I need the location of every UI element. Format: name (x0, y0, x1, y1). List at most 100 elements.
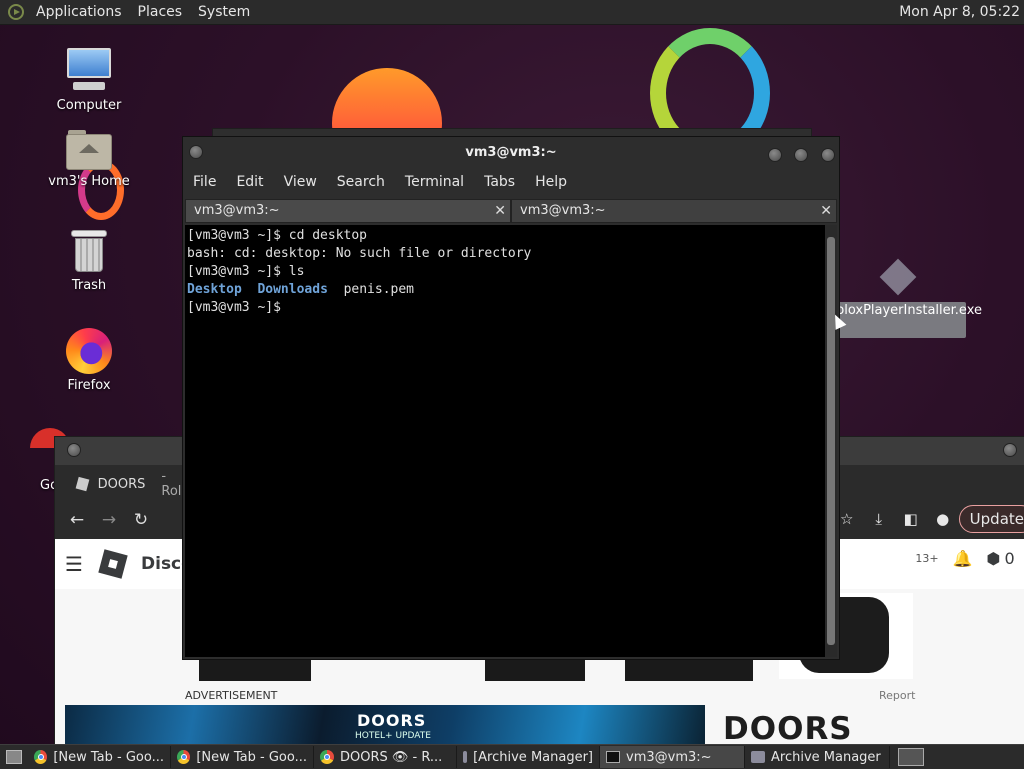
menu-system[interactable]: System (190, 4, 258, 20)
banner-subtitle: HOTEL+ UPDATE (355, 731, 431, 741)
terminal-titlebar[interactable]: vm3@vm3:~ (183, 137, 839, 169)
advertisement-label: ADVERTISEMENT (185, 689, 278, 702)
clock[interactable]: Mon Apr 8, 05:22 (899, 4, 1024, 20)
terminal-icon (606, 751, 620, 763)
desktop-icon-label: vm3's Home (48, 174, 130, 189)
banner-title: DOORS (357, 711, 427, 730)
browser-tab-title: DOORS (97, 476, 146, 492)
game-title: DOORS (723, 711, 853, 747)
menu-file[interactable]: File (183, 174, 226, 190)
sidepanel-icon[interactable]: ◧ (895, 510, 927, 528)
back-arrow-icon[interactable]: ← (61, 510, 93, 530)
window-menu-icon[interactable] (67, 443, 81, 457)
browser-tab-doors[interactable]: DOORS - Rol (65, 469, 187, 499)
notifications-bell-icon[interactable]: 🔔 (953, 549, 973, 568)
menu-edit[interactable]: Edit (226, 174, 273, 190)
home-folder-icon (66, 130, 112, 170)
window-menu-icon[interactable] (189, 145, 203, 159)
menu-terminal[interactable]: Terminal (395, 174, 474, 190)
show-desktop-icon[interactable] (6, 750, 22, 764)
terminal-tab-1[interactable]: vm3@vm3:~ ✕ (185, 199, 511, 223)
profile-avatar-icon[interactable]: ● (927, 510, 959, 528)
terminal-line: Desktop Downloads penis.pem (187, 281, 825, 299)
menu-places[interactable]: Places (130, 4, 191, 20)
terminal-tab-label: vm3@vm3:~ (520, 203, 606, 218)
terminal-tab-label: vm3@vm3:~ (194, 203, 280, 218)
taskbar-item[interactable]: Archive Manager (745, 746, 890, 768)
close-icon[interactable] (821, 148, 835, 162)
archive-icon (751, 751, 765, 763)
ls-file-entry: penis.pem (343, 282, 415, 297)
maximize-icon[interactable] (794, 148, 809, 162)
terminal-title: vm3@vm3:~ (465, 145, 557, 160)
desktop-icon-firefox[interactable]: Firefox (44, 328, 134, 393)
taskbar-item[interactable]: [Archive Manager] (457, 746, 600, 768)
taskbar-item[interactable]: DOORS 👁 - R... (314, 746, 457, 768)
menu-help[interactable]: Help (525, 174, 577, 190)
terminal-tabbar: vm3@vm3:~ ✕ vm3@vm3:~ ✕ (185, 199, 837, 223)
workspace-switcher[interactable] (898, 748, 924, 766)
download-icon[interactable]: ⤓ (863, 510, 895, 528)
terminal-line: [vm3@vm3 ~]$ ls (187, 264, 305, 279)
age-badge: 13+ (915, 552, 939, 565)
file-icon (879, 258, 917, 296)
chrome-icon (34, 750, 48, 764)
taskbar-item-label: vm3@vm3:~ (626, 749, 712, 765)
top-panel: Applications Places System Mon Apr 8, 05… (0, 0, 1024, 25)
terminal-prompt: [vm3@vm3 ~]$ (187, 300, 289, 315)
terminal-output[interactable]: [vm3@vm3 ~]$ cd desktop bash: cd: desktop… (185, 225, 825, 657)
taskbar-item-label: [New Tab - Goo... (196, 749, 307, 765)
terminal-window[interactable]: vm3@vm3:~ File Edit View Search Terminal… (182, 136, 840, 660)
terminal-tab-2[interactable]: vm3@vm3:~ ✕ (511, 199, 837, 223)
taskbar-item-label: [New Tab - Goo... (53, 749, 164, 765)
ls-dir-entry: Downloads (257, 282, 328, 297)
desktop-icon-computer[interactable]: Computer (44, 46, 134, 113)
terminal-menubar: File Edit View Search Terminal Tabs Help (183, 169, 839, 195)
taskbar-item[interactable]: [New Tab - Goo... (171, 746, 314, 768)
taskbar-item-label: DOORS 👁 - R... (340, 749, 443, 765)
distro-logo-icon[interactable] (8, 4, 24, 20)
robux-count: 0 (1004, 549, 1015, 568)
taskbar-item-label: [Archive Manager] (473, 749, 593, 765)
menu-tabs[interactable]: Tabs (474, 174, 525, 190)
taskbar-item-label: Archive Manager (771, 749, 881, 765)
desktop-icon-installer[interactable] (868, 256, 928, 300)
terminal-scrollbar[interactable] (825, 225, 837, 657)
desktop-icon-label: Trash (71, 278, 107, 293)
report-link[interactable]: Report (879, 689, 915, 702)
taskbar-item[interactable]: [New Tab - Goo... (28, 746, 171, 768)
chrome-icon (177, 750, 191, 764)
scrollbar-thumb[interactable] (827, 237, 835, 645)
minimize-icon[interactable] (767, 148, 782, 162)
close-tab-icon[interactable]: ✕ (820, 200, 832, 222)
roblox-favicon-icon (75, 476, 90, 492)
bottom-panel: [New Tab - Goo... [New Tab - Goo... DOOR… (0, 744, 1024, 769)
firefox-icon (66, 328, 112, 374)
ls-dir-entry: Desktop (187, 282, 242, 297)
computer-icon (65, 46, 113, 94)
menu-search[interactable]: Search (327, 174, 395, 190)
robux-icon[interactable]: ⬢ (987, 549, 1001, 568)
desktop-icon-home[interactable]: vm3's Home (44, 130, 134, 189)
menu-view[interactable]: View (274, 174, 327, 190)
roblox-logo-icon[interactable] (98, 549, 128, 579)
reload-icon[interactable]: ↻ (125, 510, 157, 530)
chrome-icon (320, 750, 334, 764)
maximize-icon[interactable] (1003, 443, 1017, 457)
desktop-icon-chrome[interactable]: Go (14, 428, 70, 493)
taskbar-item[interactable]: vm3@vm3:~ (600, 746, 745, 768)
desktop-icon-trash[interactable]: Trash (44, 230, 134, 293)
trash-icon (71, 230, 107, 274)
update-button[interactable]: Update (958, 505, 1024, 533)
hamburger-menu-icon[interactable]: ☰ (65, 552, 85, 576)
forward-arrow-icon[interactable]: → (93, 510, 125, 530)
close-tab-icon[interactable]: ✕ (494, 200, 506, 222)
terminal-line: [vm3@vm3 ~]$ cd desktop (187, 228, 368, 243)
desktop-icon-label: Firefox (67, 378, 111, 393)
installer-file-label[interactable]: obloxPlayerInstaller.exe (828, 302, 982, 338)
menu-applications[interactable]: Applications (28, 4, 130, 20)
terminal-line: bash: cd: desktop: No such file or direc… (187, 246, 532, 261)
desktop-icon-label: Go (40, 478, 59, 493)
archive-icon (463, 751, 468, 763)
desktop-icon-label: Computer (56, 98, 122, 113)
